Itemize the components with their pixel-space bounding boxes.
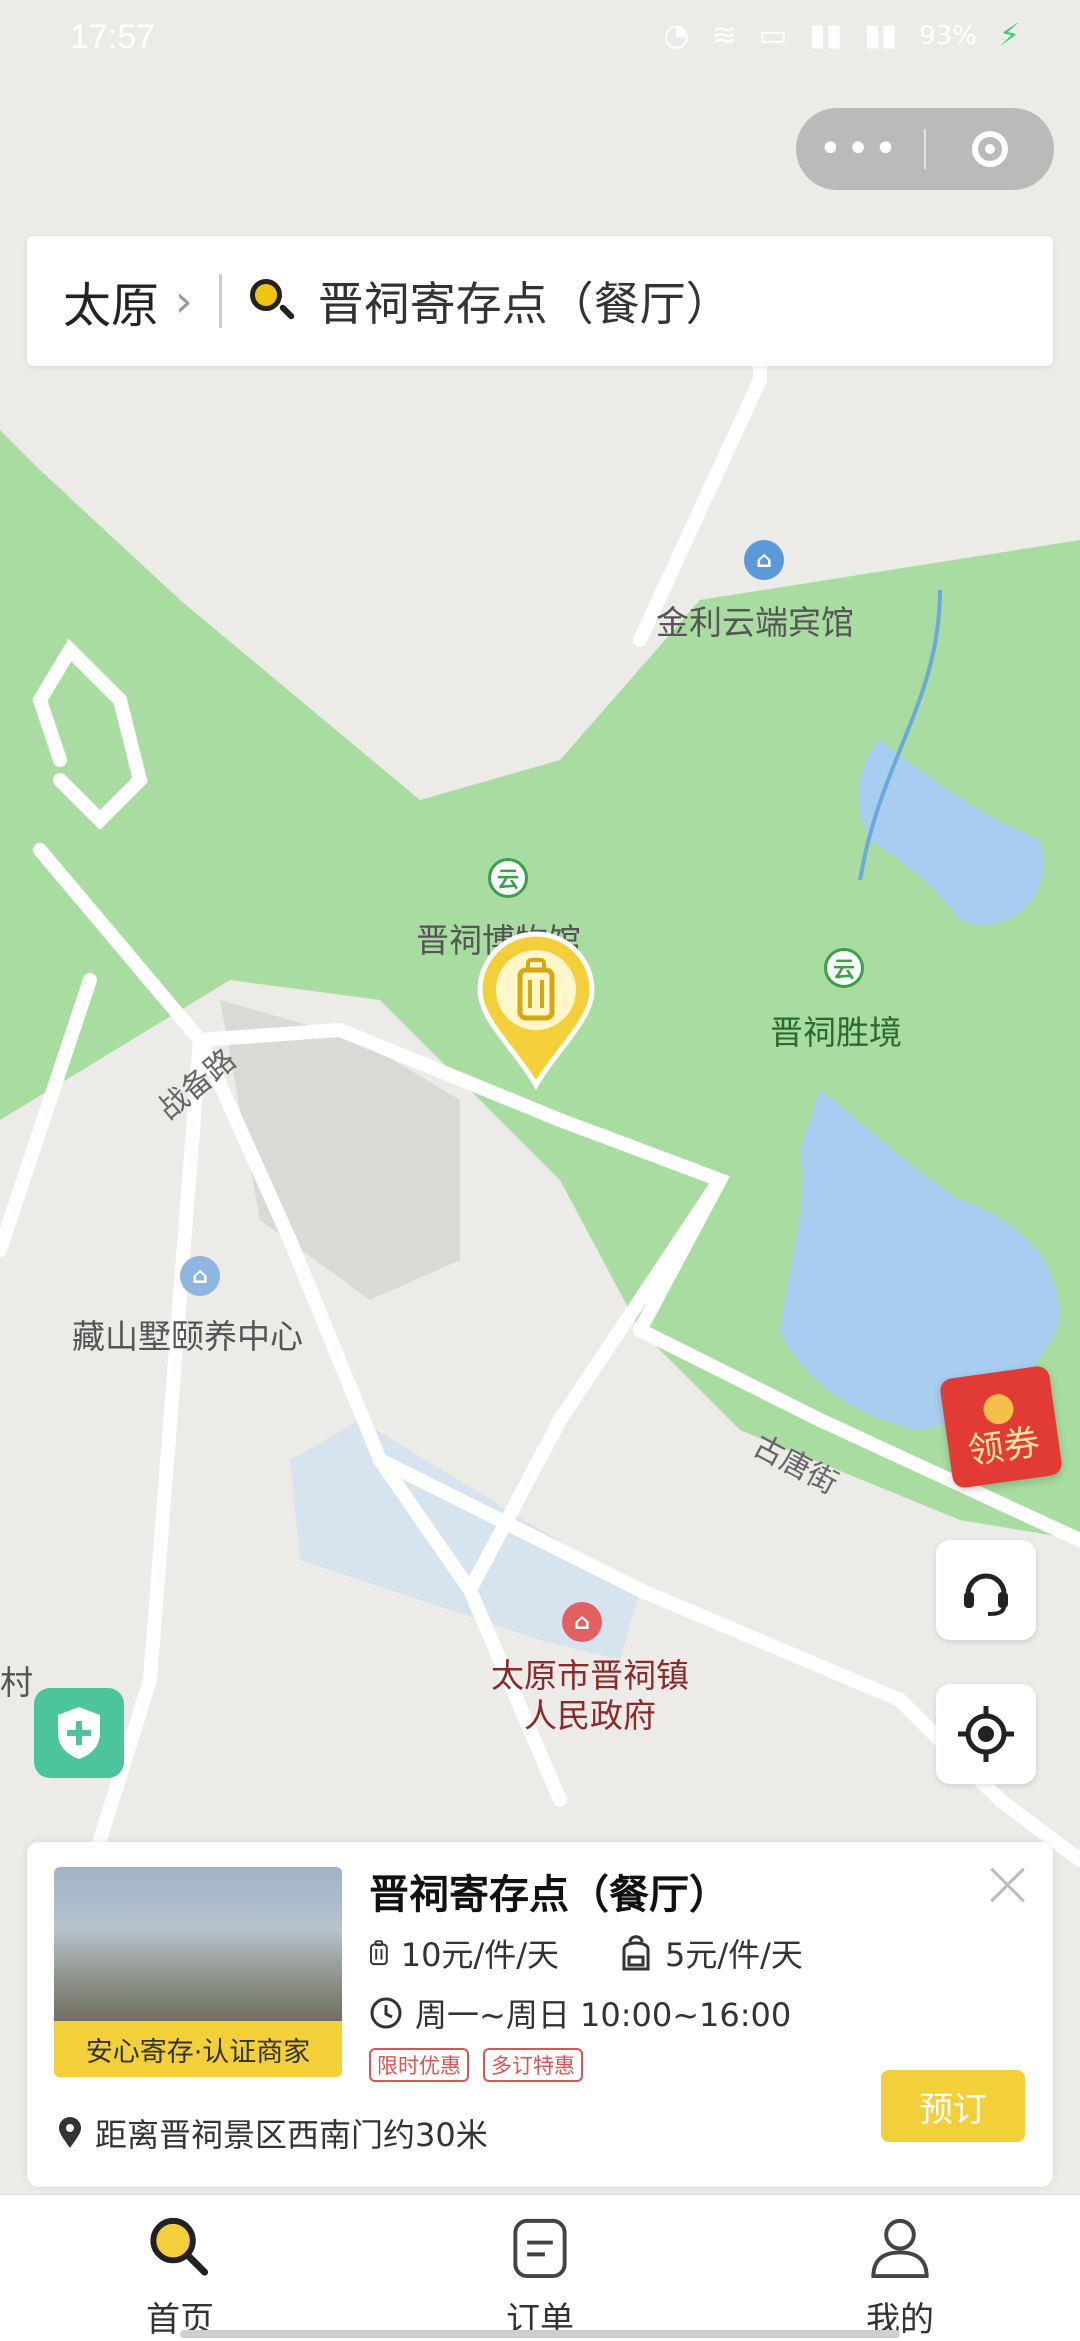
distance-info: 距离晋祠景区西南门约30米 (57, 2110, 488, 2156)
status-bar: 17:57 ◔ ≋ ▭ ▮▮ ▮▮ 93% ⚡ (0, 0, 1080, 80)
luggage-pin-icon (477, 931, 595, 1091)
safety-shield-button[interactable] (34, 1688, 124, 1778)
hours-text: 周一~周日 10:00~16:00 (415, 1996, 792, 2034)
search-input[interactable]: 晋祠寄存点（餐厅） (318, 268, 732, 334)
book-button[interactable]: 预订 (881, 2070, 1025, 2142)
mini-program-capsule: ••• (796, 108, 1054, 190)
city-selector[interactable]: 太原 › (27, 236, 193, 366)
shield-plus-icon (58, 1707, 100, 1759)
chevron-right-icon: › (175, 275, 193, 327)
hd-icon: ▭ (758, 18, 788, 53)
home-indicator (180, 2330, 900, 2338)
bottom-tab-bar: 首页 订单 我的 (0, 2194, 1080, 2341)
map-label-government[interactable]: 太原市晋祠镇 人民政府 (470, 1656, 710, 1736)
price-large-luggage: 10元/件/天 (369, 1930, 559, 1976)
battery-level: 93% (919, 20, 977, 51)
price-large-text: 10元/件/天 (400, 1936, 559, 1974)
status-icons: ◔ ≋ ▭ ▮▮ ▮▮ 93% ⚡ (663, 18, 1020, 53)
wifi-icon: ≋ (711, 18, 737, 53)
order-icon (513, 2218, 567, 2279)
storage-location-marker[interactable] (476, 930, 596, 1091)
map-label-edge: 村 (0, 1663, 33, 1702)
headset-icon (964, 1573, 1008, 1616)
customer-service-button[interactable] (936, 1540, 1036, 1640)
store-photo[interactable]: 安心寄存·认证商家 (54, 1867, 342, 2077)
charging-icon: ⚡ (998, 18, 1020, 53)
scenic-icon: 云 (488, 858, 528, 898)
tab-profile[interactable]: 我的 (720, 2195, 1080, 2341)
promo-tag-limited: 限时优惠 (369, 2048, 469, 2082)
location-pin-icon (59, 2117, 81, 2148)
backpack-icon (622, 1935, 650, 1971)
coupon-red-packet-button[interactable]: 领券 (938, 1364, 1064, 1490)
certified-badge: 安心寄存·认证商家 (54, 2021, 342, 2077)
user-icon (871, 2218, 929, 2279)
search-icon (249, 279, 296, 323)
close-mini-program-button[interactable] (926, 108, 1054, 190)
suitcase-icon (369, 1940, 388, 1966)
status-time: 17:57 (70, 18, 156, 56)
care-center-icon: ⌂ (180, 1256, 220, 1296)
tab-orders[interactable]: 订单 (360, 2195, 720, 2341)
tab-home[interactable]: 首页 (0, 2195, 360, 2341)
more-dots-icon[interactable]: ••• (796, 108, 924, 190)
alarm-icon: ◔ (663, 18, 690, 53)
clock-icon (370, 1997, 402, 2029)
store-info-card[interactable]: 安心寄存·认证商家 晋祠寄存点（餐厅） 10元/件/天 5元/件/天 周一~周日… (27, 1842, 1053, 2187)
map-label-care-center[interactable]: 藏山墅颐养中心 (72, 1310, 303, 1358)
city-label: 太原 (63, 278, 160, 334)
price-small-text: 5元/件/天 (665, 1936, 803, 1974)
target-circle-icon (972, 131, 1008, 167)
search-icon (150, 2217, 209, 2276)
map-label-hotel[interactable]: 金利云端宾馆 (656, 596, 854, 644)
distance-text: 距离晋祠景区西南门约30米 (95, 2116, 488, 2154)
government-icon: ⌂ (562, 1602, 602, 1642)
signal-icon: ▮▮ (809, 18, 843, 53)
price-small-luggage: 5元/件/天 (619, 1930, 849, 1976)
locate-crosshair-icon (958, 1706, 1014, 1762)
scenic-icon: 云 (824, 948, 864, 988)
opening-hours: 周一~周日 10:00~16:00 (369, 1990, 791, 2036)
hotel-icon: ⌂ (744, 540, 784, 580)
map-label-scenic[interactable]: 晋祠胜境 (770, 1006, 902, 1054)
promo-tag-multi: 多订特惠 (483, 2048, 583, 2082)
search-bar: 太原 › 晋祠寄存点（餐厅） (27, 236, 1053, 366)
locate-me-button[interactable] (936, 1684, 1036, 1784)
store-name: 晋祠寄存点（餐厅） (369, 1872, 729, 1918)
close-card-button[interactable] (982, 1860, 1032, 1910)
search-divider (218, 274, 222, 328)
signal-icon: ▮▮ (864, 18, 898, 53)
